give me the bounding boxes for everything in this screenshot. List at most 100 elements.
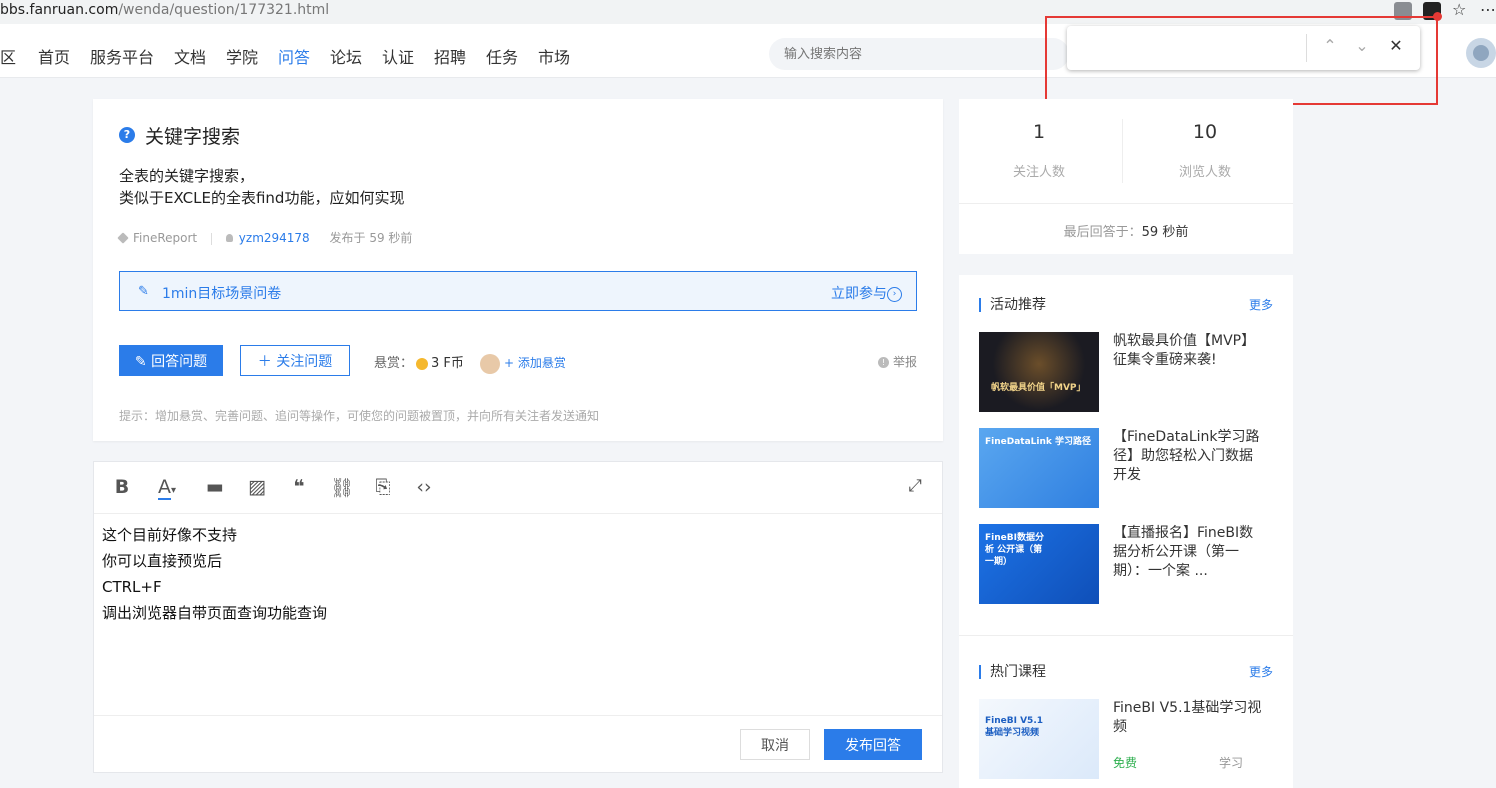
nav-item-cert[interactable]: 认证 bbox=[382, 44, 414, 68]
report-link[interactable]: ! 举报 bbox=[877, 353, 917, 370]
edit-note-icon: ✎ bbox=[138, 284, 149, 299]
font-color-icon[interactable]: A▾ bbox=[152, 476, 182, 500]
site-search bbox=[769, 38, 1069, 70]
editor-content[interactable]: 这个目前好像不支持 你可以直接预览后 CTRL+F 调出浏览器自带页面查询功能查… bbox=[102, 522, 327, 626]
plus-icon: ＋ bbox=[257, 353, 277, 370]
question-meta: FineReport yzm294178 发布于 59 秒前 bbox=[117, 229, 413, 246]
activities-more-link[interactable]: 更多 bbox=[1249, 296, 1273, 313]
nav-cut-item[interactable]: 区 bbox=[0, 44, 16, 68]
thumbnail-text: FineBI V5.1 基础学习视频 bbox=[985, 716, 1043, 738]
question-tag[interactable]: FineReport bbox=[133, 231, 197, 245]
activity-title: 【直播报名】FineBI数据分析公开课（第一期）：一个案 ... bbox=[1113, 525, 1254, 579]
last-answer-value: 59 秒前 bbox=[1141, 225, 1189, 240]
activity-item[interactable]: FineBI数据分析 公开课（第一期） 【直播报名】FineBI数据分析公开课（… bbox=[979, 524, 1273, 604]
last-answer-label: 最后回答于： bbox=[1063, 225, 1142, 240]
publish-answer-button[interactable]: 发布回答 bbox=[824, 729, 922, 760]
attachment-icon[interactable]: ⎘ bbox=[372, 476, 394, 500]
pencil-icon: ✎ bbox=[134, 353, 152, 370]
report-label: 举报 bbox=[892, 355, 917, 369]
user-avatar[interactable] bbox=[1466, 38, 1496, 68]
followers-label: 关注人数 bbox=[1012, 165, 1065, 180]
activity-thumbnail: FineDataLink 学习路径 bbox=[979, 428, 1099, 508]
nav-item-tasks[interactable]: 任务 bbox=[486, 44, 518, 68]
quote-icon[interactable]: ❝ bbox=[288, 476, 310, 500]
answer-question-button[interactable]: ✎ 回答问题 bbox=[119, 345, 223, 376]
find-prev-icon[interactable]: ⌃ bbox=[1318, 34, 1342, 58]
survey-join-link[interactable]: 立即参与 › bbox=[831, 283, 902, 303]
nav-item-jobs[interactable]: 招聘 bbox=[434, 44, 466, 68]
browser-find-bar: ⌃ ⌄ ✕ bbox=[1067, 26, 1420, 70]
editor-footer: 取消 发布回答 bbox=[94, 715, 942, 772]
last-answer: 最后回答于：59 秒前 bbox=[959, 221, 1293, 240]
courses-more-link[interactable]: 更多 bbox=[1249, 663, 1273, 680]
question-tip: 提示：增加悬赏、完善问题、追问等操作，可使您的问题被置顶，并向所有关注者发送通知 bbox=[119, 409, 600, 423]
question-author[interactable]: yzm294178 bbox=[239, 231, 310, 245]
answer-button-label: 回答问题 bbox=[151, 353, 208, 370]
image-icon[interactable]: ▨ bbox=[246, 476, 268, 500]
url-path: /wenda/question/177321.html bbox=[118, 2, 330, 18]
question-stats: 1 关注人数 10 浏览人数 最后回答于：59 秒前 bbox=[959, 99, 1293, 254]
question-title: 关键字搜索 bbox=[145, 126, 241, 148]
followers-count: 1 bbox=[1032, 121, 1046, 143]
link-icon[interactable]: ⛓ bbox=[330, 476, 354, 500]
activity-item[interactable]: FineDataLink 学习路径 【FineDataLink学习路径】助您轻松… bbox=[979, 428, 1273, 508]
activities-title: 活动推荐 bbox=[979, 298, 1046, 312]
meta-divider bbox=[210, 232, 212, 245]
course-price: 免费 bbox=[1113, 756, 1138, 770]
info-icon: ! bbox=[877, 357, 889, 368]
course-item[interactable]: FineBI V5.1 基础学习视频 FineBI V5.1基础学习视频 免费 … bbox=[979, 699, 1273, 779]
find-input[interactable] bbox=[1077, 34, 1305, 62]
thumbnail-text: FineDataLink 学习路径 bbox=[985, 437, 1092, 447]
follow-button-label: 关注问题 bbox=[276, 353, 333, 370]
editor-line: 这个目前好像不支持 bbox=[102, 526, 238, 544]
cancel-button[interactable]: 取消 bbox=[740, 729, 810, 760]
fullscreen-icon[interactable]: ⤢ bbox=[904, 476, 926, 500]
nav-item-forum[interactable]: 论坛 bbox=[330, 44, 362, 68]
nav-item-home[interactable]: 首页 bbox=[38, 44, 70, 68]
find-separator bbox=[1306, 34, 1307, 62]
activity-thumbnail: FineBI数据分析 公开课（第一期） bbox=[979, 524, 1099, 604]
tag-icon bbox=[117, 232, 129, 244]
find-extension-icon[interactable] bbox=[1394, 2, 1412, 20]
question-body: 全表的关键字搜索， 类似于EXCLE的全表find功能，应如何实现 bbox=[119, 165, 404, 209]
course-learn-tag: 学习 bbox=[1218, 756, 1243, 770]
url-host: bbs.fanruan.com bbox=[0, 2, 119, 18]
survey-banner[interactable]: ✎ 1min目标场景问卷 立即参与 › bbox=[119, 271, 917, 311]
browser-address-bar: bbs.fanruan.com/wenda/question/177321.ht… bbox=[0, 0, 1496, 24]
find-next-icon[interactable]: ⌄ bbox=[1350, 34, 1374, 58]
find-close-icon[interactable]: ✕ bbox=[1384, 34, 1408, 58]
question-posted-time: 发布于 59 秒前 bbox=[329, 231, 413, 245]
nav-item-academy[interactable]: 学院 bbox=[226, 44, 258, 68]
nav-item-qa[interactable]: 问答 bbox=[278, 44, 310, 68]
site-search-input[interactable] bbox=[769, 38, 1029, 70]
notification-dot-icon bbox=[1433, 12, 1442, 21]
bookmark-star-icon[interactable]: ☆ bbox=[1452, 0, 1466, 19]
activity-item[interactable]: 帆软最具价值「MVP」 帆软最具价值【MVP】征集令重磅来袭! bbox=[979, 332, 1273, 412]
bounty-amount: 3 F币 bbox=[431, 356, 464, 371]
table-icon[interactable]: ▬ bbox=[204, 476, 226, 500]
code-icon[interactable]: ‹› bbox=[412, 476, 436, 500]
bounty-label: 悬赏： bbox=[374, 356, 414, 371]
follow-question-button[interactable]: ＋ 关注问题 bbox=[240, 345, 350, 376]
address-url[interactable]: bbs.fanruan.com/wenda/question/177321.ht… bbox=[0, 2, 329, 18]
editor-line: 你可以直接预览后 bbox=[102, 552, 223, 570]
question-card: ? 关键字搜索 全表的关键字搜索， 类似于EXCLE的全表find功能，应如何实… bbox=[93, 99, 943, 441]
activity-thumbnail: 帆软最具价值「MVP」 bbox=[979, 332, 1099, 412]
stats-divider bbox=[1122, 119, 1123, 183]
coin-icon bbox=[416, 357, 429, 370]
bold-icon[interactable]: B bbox=[112, 476, 132, 500]
nav-item-service[interactable]: 服务平台 bbox=[90, 44, 154, 68]
more-menu-icon[interactable]: ⋯ bbox=[1480, 0, 1496, 19]
courses-title: 热门课程 bbox=[979, 665, 1046, 679]
survey-join-label: 立即参与 bbox=[831, 286, 887, 302]
stats-hdivider bbox=[959, 203, 1293, 204]
recommend-panel: 活动推荐 更多 帆软最具价值「MVP」 帆软最具价值【MVP】征集令重磅来袭! … bbox=[959, 275, 1293, 788]
user-icon bbox=[225, 234, 233, 242]
add-bounty-link[interactable]: + 添加悬赏 bbox=[504, 356, 566, 370]
section-divider bbox=[959, 635, 1293, 636]
thumbnail-text: FineBI数据分析 公开课（第一期） bbox=[985, 533, 1044, 567]
thumbnail-text: 帆软最具价值「MVP」 bbox=[991, 383, 1086, 393]
nav-item-market[interactable]: 市场 bbox=[538, 44, 570, 68]
nav-item-docs[interactable]: 文档 bbox=[174, 44, 206, 68]
course-title: FineBI V5.1基础学习视频 bbox=[1113, 700, 1262, 735]
